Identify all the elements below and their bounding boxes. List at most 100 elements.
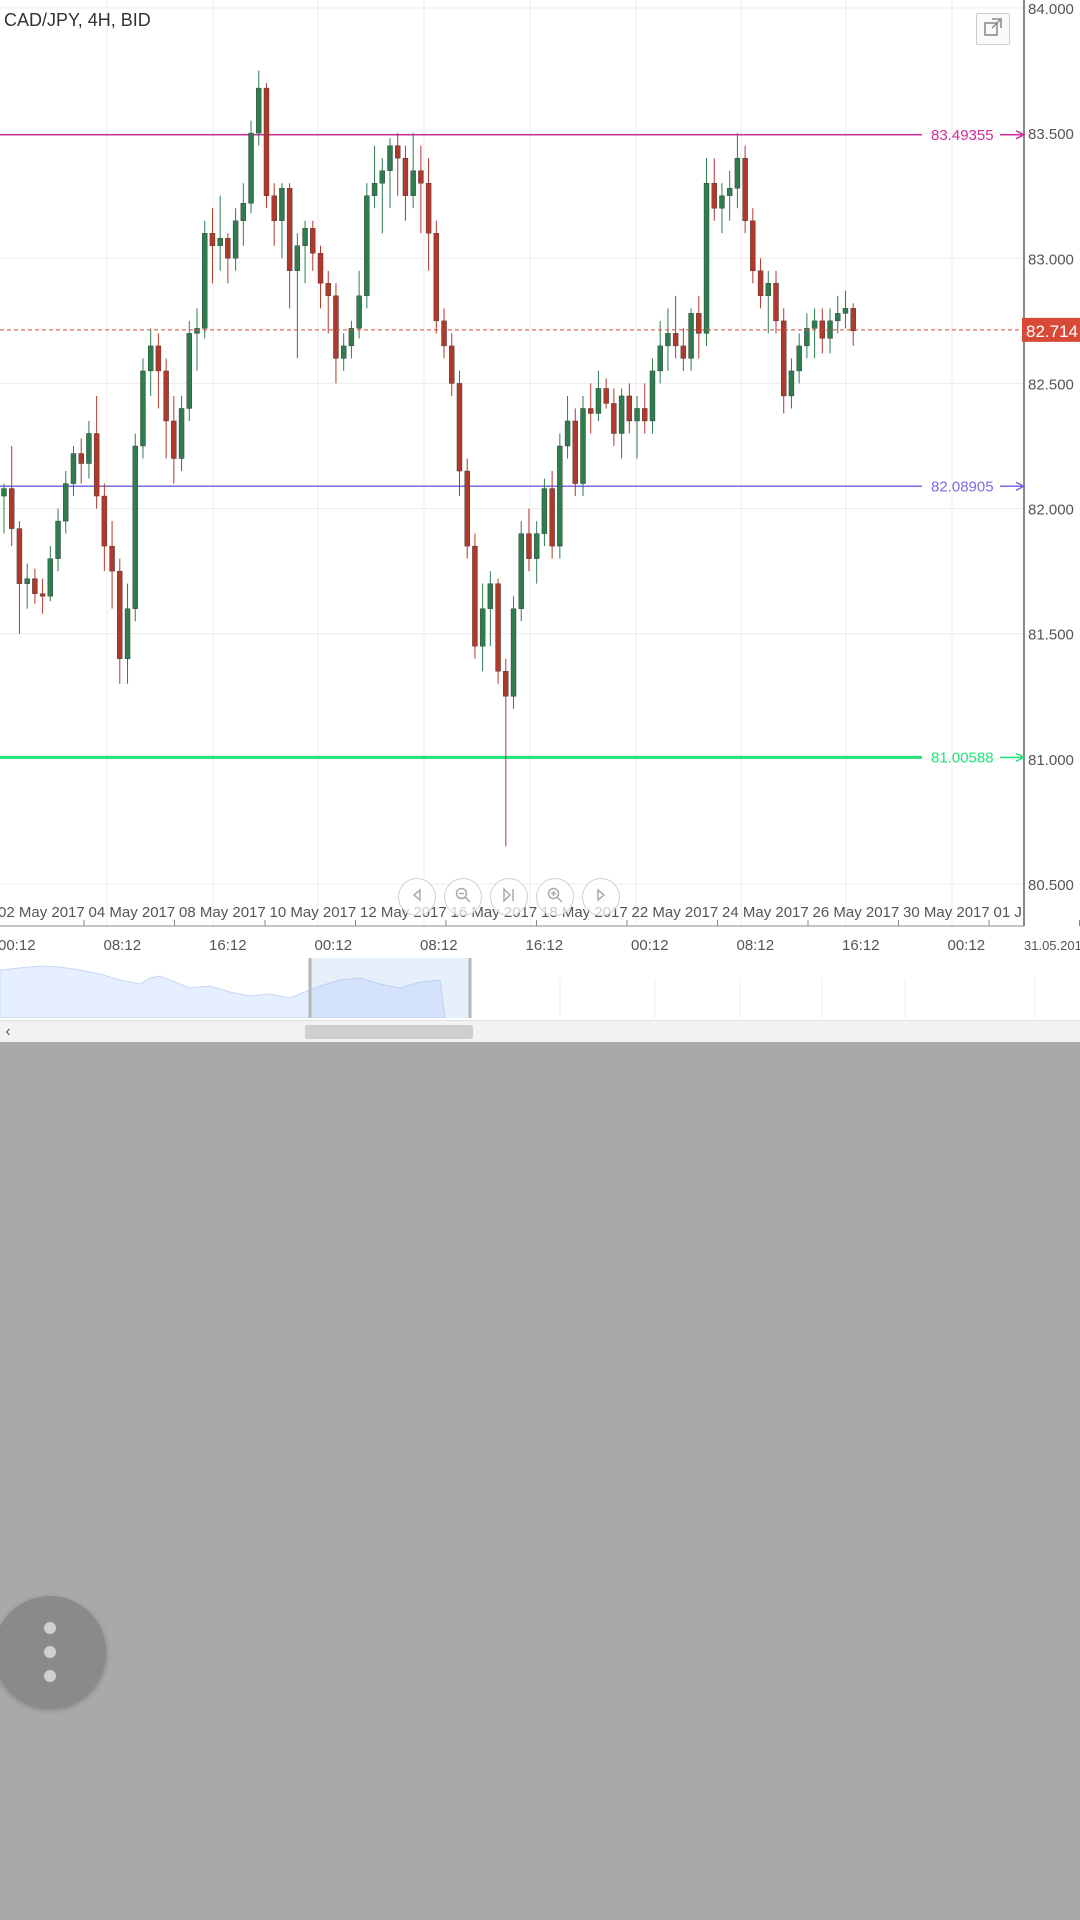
candle-body [626,395,633,422]
jump-latest-button[interactable] [490,878,528,916]
candle-body [788,370,795,397]
candle-body [395,145,401,159]
more-options-button[interactable] [0,1596,106,1708]
date-tick-label: 02 May 2017 [0,904,85,921]
candle-body [147,345,154,372]
candle-body [649,370,656,422]
candle-body [109,545,115,572]
time-tick-label: 00:12 [0,937,36,954]
candle-body [9,488,15,529]
candle-body [642,408,648,422]
candle-body [603,388,609,404]
candle-body [711,182,717,209]
price-tick-label: 80.500 [1028,877,1074,894]
candle-body [140,370,146,447]
candle-body [32,578,38,594]
zoom-in-button[interactable] [536,878,574,916]
candle-body [449,345,455,384]
candle-body [63,483,69,522]
candle-body [850,308,856,332]
candle-body [688,313,694,359]
candle-body [781,320,787,397]
candle-body [510,608,517,697]
candle-body [47,558,54,597]
candle-body [225,238,231,259]
candle-body [240,203,247,221]
chart-title: CAD/JPY, 4H, BID [4,10,151,30]
date-tick-label: 26 May 2017 [813,904,900,921]
forward-icon [593,887,609,908]
candle-body [178,408,185,459]
candle-body [402,157,409,196]
scrollbar-thumb[interactable] [305,1025,473,1039]
candle-body [742,157,748,221]
candle-body [256,87,262,134]
zoom-in-icon [546,886,564,909]
chart-scrollbar[interactable]: ‹ [0,1020,1080,1042]
scroll-left-arrow-icon[interactable]: ‹ [0,1021,16,1042]
price-tick-label: 83.000 [1028,251,1074,268]
price-tick-label: 84.000 [1028,1,1074,18]
candle-body [703,182,710,334]
horizontal-line-label: 82.08905 [931,478,994,495]
candle-body [425,182,432,234]
price-tick-label: 82.500 [1028,376,1074,393]
candle-body [418,170,424,184]
candle-body [294,245,301,271]
scroll-forward-button[interactable] [582,878,620,916]
time-tick-label: 08:12 [737,937,775,954]
date-range-end-label: 31.05.201 [1024,938,1080,953]
time-tick-label: 00:12 [948,937,986,954]
date-tick-label: 08 May 2017 [179,904,266,921]
candle-body [773,283,779,322]
date-tick-label: 24 May 2017 [722,904,809,921]
candle-body [202,233,208,329]
candle-body [263,87,270,196]
candle-body [70,453,77,484]
candle-body [433,233,440,322]
candle-body [379,170,385,184]
candle-body [364,195,370,297]
candle-body [132,445,138,609]
chart-navigation-controls [398,878,620,918]
candle-body [456,383,463,472]
popout-icon [983,17,1003,42]
back-icon [409,887,425,908]
candle-body [557,445,563,547]
candle-body [302,228,308,246]
candle-body [371,182,378,196]
candle-body [487,583,494,609]
candle-body [750,220,756,272]
candle-body [93,433,100,497]
candle-body [611,403,617,434]
date-tick-label: 22 May 2017 [632,904,719,921]
chart-navigator[interactable] [0,958,1080,1019]
candle-body [734,157,741,189]
candle-body [101,495,108,547]
candle-body [588,408,594,414]
candle-body [155,345,162,372]
candle-body [271,195,277,221]
candle-body [317,253,324,284]
zoom-out-button[interactable] [444,878,482,916]
time-tick-label: 00:12 [631,937,669,954]
date-tick-label: 10 May 2017 [270,904,357,921]
scroll-back-button[interactable] [398,878,436,916]
candle-body [217,238,223,246]
candle-body [796,345,802,372]
price-tick-label: 82.000 [1028,502,1074,519]
candle-body [310,228,316,254]
candle-body [726,188,733,196]
time-tick-label: 16:12 [526,937,564,954]
candle-body [842,308,849,314]
current-price-label: 82.714 [1026,322,1078,341]
candle-body [595,388,602,414]
candle-body [811,320,818,329]
candle-body [680,345,687,359]
candle-body [580,408,586,484]
candle-body [86,433,92,464]
popout-button[interactable] [976,13,1010,45]
candle-body [572,420,578,484]
chart-area[interactable]: 84.000 83.500 83.000 82.500 82.000 81.500 81.0… [0,0,1080,1042]
candle-body [39,593,46,597]
